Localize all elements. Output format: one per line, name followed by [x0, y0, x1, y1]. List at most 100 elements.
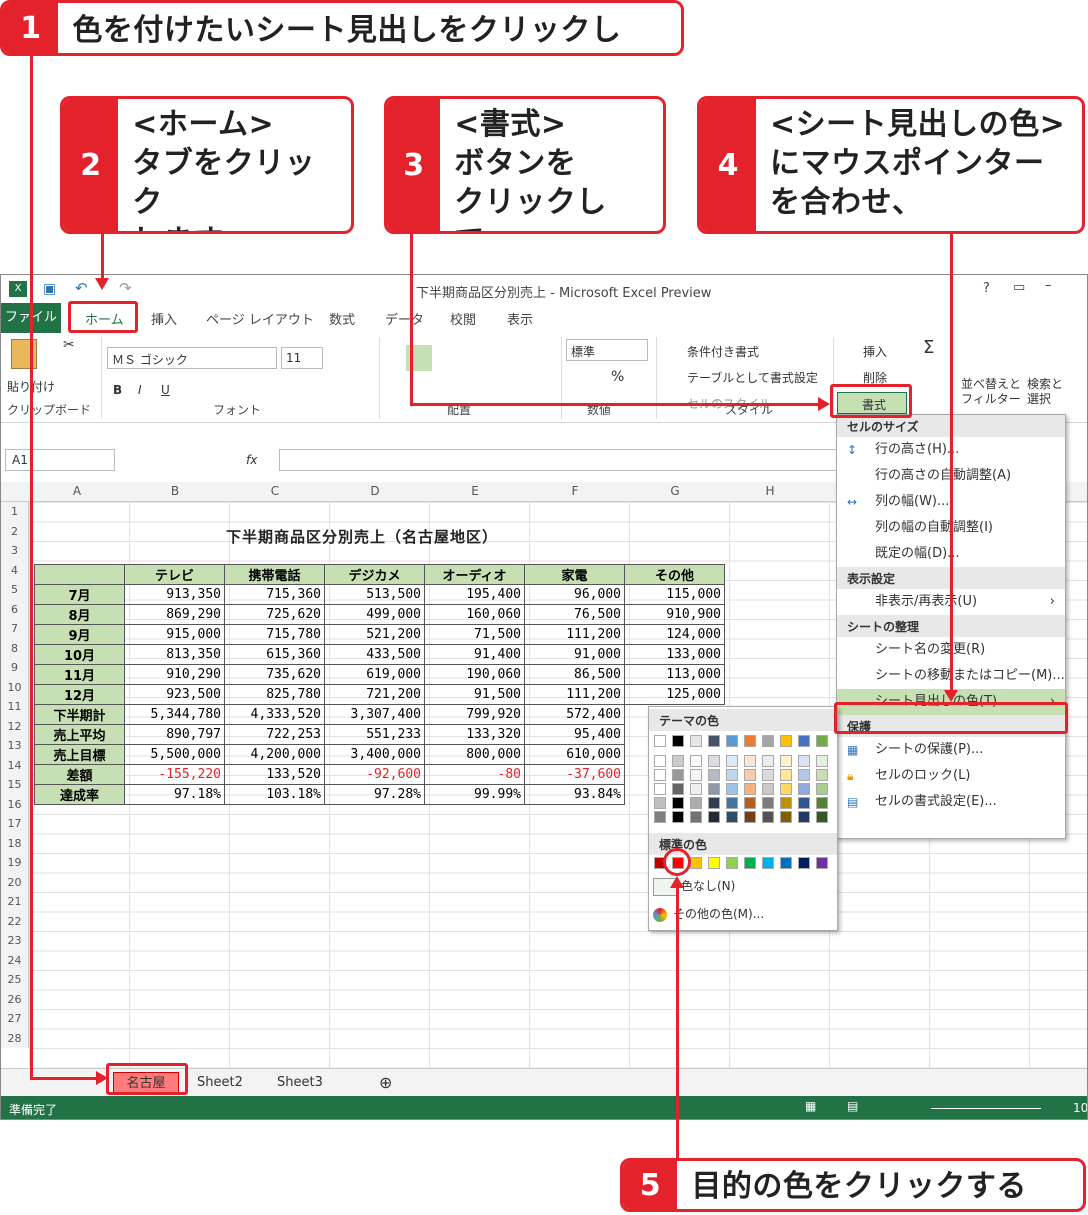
table-header-cell[interactable]: オーディオ	[424, 564, 525, 585]
table-cell[interactable]: 890,797	[124, 724, 225, 745]
table-cell[interactable]: 133,520	[224, 764, 325, 785]
conditional-format-button[interactable]: 条件付き書式	[687, 343, 759, 360]
table-cell[interactable]: -37,600	[524, 764, 625, 785]
row-header[interactable]: 25	[1, 970, 28, 990]
table-cell[interactable]: 825,780	[224, 684, 325, 705]
standard-color-swatch[interactable]	[762, 857, 774, 869]
table-cell[interactable]: 124,000	[624, 624, 725, 645]
theme-shade-swatch[interactable]	[762, 811, 774, 823]
table-cell[interactable]: -155,220	[124, 764, 225, 785]
sigma-icon[interactable]: Σ	[923, 337, 934, 358]
theme-shade-swatch[interactable]	[762, 797, 774, 809]
theme-shade-swatch[interactable]	[708, 769, 720, 781]
fx-icon[interactable]: fx	[246, 453, 257, 467]
table-cell[interactable]: 103.18%	[224, 784, 325, 805]
table-cell[interactable]: 91,000	[524, 644, 625, 665]
row-label-cell[interactable]: 下半期計	[34, 704, 125, 725]
table-cell[interactable]: 715,780	[224, 624, 325, 645]
more-colors-option[interactable]: その他の色(M)...	[653, 903, 833, 925]
tab-review[interactable]: 校閲	[450, 309, 476, 328]
standard-color-swatch[interactable]	[744, 857, 756, 869]
table-cell[interactable]: 97.28%	[324, 784, 425, 805]
tab-formulas[interactable]: 数式	[329, 309, 355, 328]
table-header-cell[interactable]	[34, 564, 125, 585]
table-cell[interactable]: 513,500	[324, 584, 425, 605]
row-header[interactable]: 3	[1, 541, 28, 561]
table-cell[interactable]: 521,200	[324, 624, 425, 645]
font-name-box[interactable]: ＭＳ ゴシック	[107, 347, 277, 369]
row-header[interactable]: 21	[1, 892, 28, 912]
row-label-cell[interactable]: 9月	[34, 624, 125, 645]
table-cell[interactable]: 910,900	[624, 604, 725, 625]
table-cell[interactable]: 93.84%	[524, 784, 625, 805]
table-cell[interactable]: 125,000	[624, 684, 725, 705]
row-header[interactable]: 19	[1, 853, 28, 873]
menu-item-lock-cell[interactable]: 🔒︎ セルのロック(L)	[837, 763, 1065, 789]
theme-shade-swatch[interactable]	[690, 769, 702, 781]
format-as-table-button[interactable]: テーブルとして書式設定	[687, 369, 818, 386]
theme-shade-swatch[interactable]	[762, 769, 774, 781]
add-sheet-icon[interactable]: ⊕	[379, 1073, 392, 1092]
theme-shade-swatch[interactable]	[816, 755, 828, 767]
theme-shade-swatch[interactable]	[654, 797, 666, 809]
font-size-box[interactable]: 11	[281, 347, 323, 369]
table-cell[interactable]: 71,500	[424, 624, 525, 645]
theme-shade-swatch[interactable]	[780, 811, 792, 823]
row-label-cell[interactable]: 売上目標	[34, 744, 125, 765]
tab-data[interactable]: データ	[385, 309, 424, 328]
row-header[interactable]: 16	[1, 795, 28, 815]
row-header[interactable]: 20	[1, 873, 28, 893]
row-header[interactable]: 14	[1, 756, 28, 776]
theme-shade-swatch[interactable]	[654, 755, 666, 767]
theme-shade-swatch[interactable]	[672, 783, 684, 795]
theme-shade-swatch[interactable]	[726, 797, 738, 809]
table-cell[interactable]: -92,600	[324, 764, 425, 785]
theme-shade-swatch[interactable]	[780, 769, 792, 781]
page-layout-icon[interactable]: ▤	[847, 1099, 858, 1113]
table-cell[interactable]: 813,350	[124, 644, 225, 665]
standard-color-swatch[interactable]	[780, 857, 792, 869]
theme-shade-swatch[interactable]	[672, 769, 684, 781]
row-label-cell[interactable]: 11月	[34, 664, 125, 685]
standard-color-swatch[interactable]	[816, 857, 828, 869]
theme-shade-swatch[interactable]	[798, 811, 810, 823]
standard-color-swatch[interactable]	[690, 857, 702, 869]
paste-icon[interactable]	[11, 339, 37, 369]
theme-shade-swatch[interactable]	[744, 755, 756, 767]
percent-button[interactable]: %	[611, 369, 624, 385]
undo-icon[interactable]: ↶	[75, 279, 88, 297]
table-cell[interactable]: 869,290	[124, 604, 225, 625]
theme-shade-swatch[interactable]	[798, 769, 810, 781]
table-cell[interactable]: 715,360	[224, 584, 325, 605]
theme-shade-swatch[interactable]	[708, 797, 720, 809]
table-cell[interactable]: 619,000	[324, 664, 425, 685]
insert-cells-button[interactable]: 挿入	[863, 343, 887, 360]
theme-shade-swatch[interactable]	[726, 783, 738, 795]
table-cell[interactable]: 572,400	[524, 704, 625, 725]
help-button[interactable]: ?	[983, 281, 990, 296]
row-header[interactable]: 7	[1, 619, 28, 639]
theme-shade-swatch[interactable]	[654, 769, 666, 781]
table-cell[interactable]: 195,400	[424, 584, 525, 605]
table-cell[interactable]: 722,253	[224, 724, 325, 745]
theme-shade-swatch[interactable]	[816, 797, 828, 809]
theme-color-swatch[interactable]	[726, 735, 738, 747]
table-cell[interactable]: 115,000	[624, 584, 725, 605]
row-header[interactable]: 10	[1, 678, 28, 698]
column-header[interactable]: A	[29, 484, 125, 498]
table-cell[interactable]: 800,000	[424, 744, 525, 765]
column-header[interactable]: D	[325, 484, 425, 498]
row-label-cell[interactable]: 達成率	[34, 784, 125, 805]
sheet-tab-sheet2[interactable]: Sheet2	[197, 1075, 243, 1090]
theme-shade-swatch[interactable]	[816, 769, 828, 781]
table-header-cell[interactable]: 携帯電話	[224, 564, 325, 585]
theme-shade-swatch[interactable]	[798, 797, 810, 809]
menu-item-format-cells[interactable]: ▤ セルの書式設定(E)...	[837, 789, 1065, 815]
theme-shade-swatch[interactable]	[672, 797, 684, 809]
underline-button[interactable]: U	[161, 383, 170, 397]
theme-color-swatch[interactable]	[816, 735, 828, 747]
sheet-tab-sheet3[interactable]: Sheet3	[277, 1075, 323, 1090]
row-header[interactable]: 11	[1, 697, 28, 717]
theme-shade-swatch[interactable]	[690, 755, 702, 767]
theme-shade-swatch[interactable]	[690, 797, 702, 809]
